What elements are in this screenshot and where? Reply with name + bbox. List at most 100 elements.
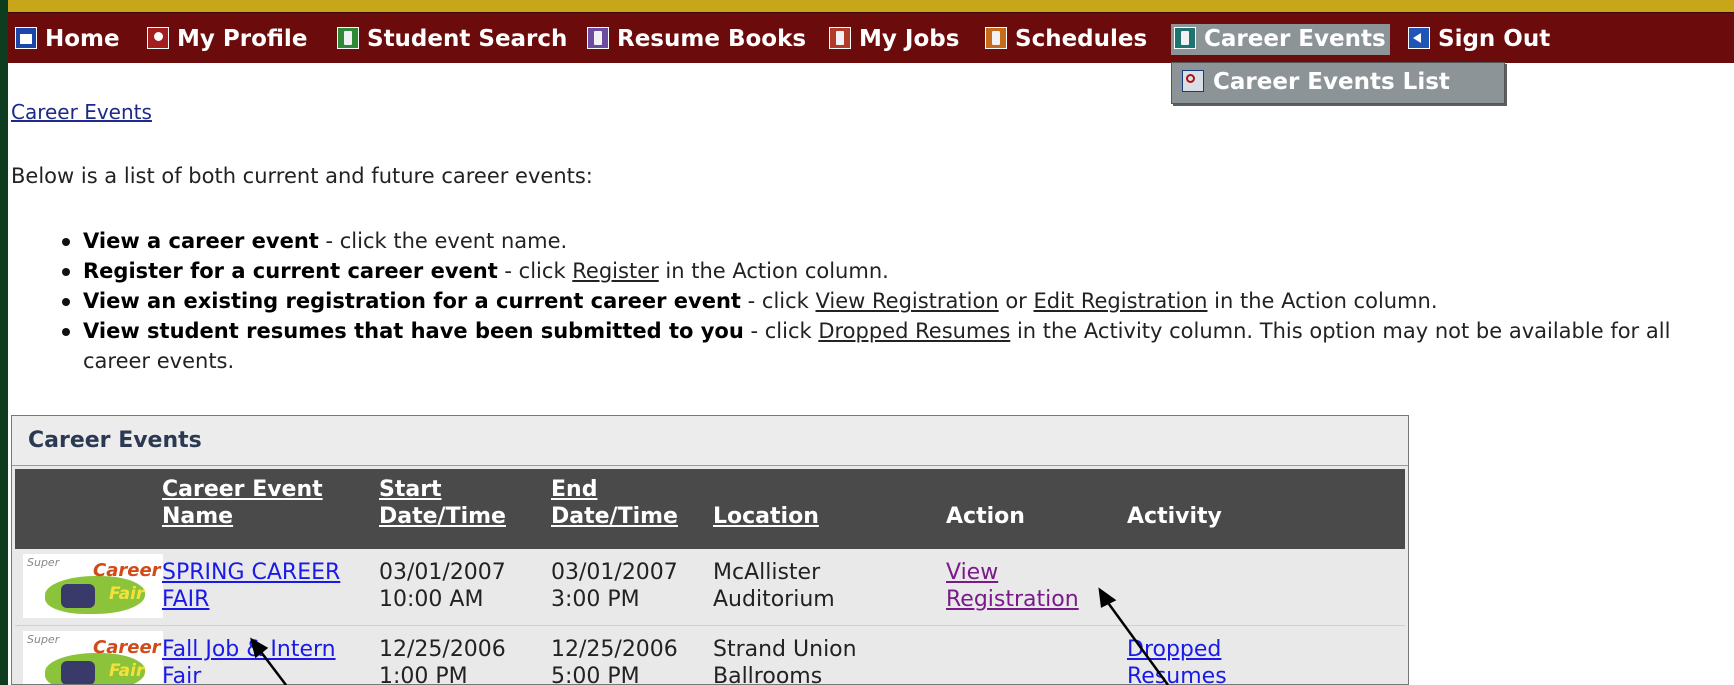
start-time: 1:00 PM bbox=[379, 664, 468, 685]
table-header: Career Event Name Start Date/Time End Da… bbox=[15, 469, 1405, 549]
start-date-cell: 12/25/2006 1:00 PM bbox=[379, 636, 506, 685]
instruction-bold: View an existing registration for a curr… bbox=[83, 289, 741, 313]
instruction-register: Register for a current career event - cl… bbox=[56, 256, 1734, 286]
instructions-list: View a career event - click the event na… bbox=[56, 226, 1734, 376]
logo-text: Fair bbox=[109, 661, 145, 681]
bullet bbox=[62, 328, 70, 336]
nav-student-search[interactable]: Student Search bbox=[334, 25, 571, 53]
nav-my-jobs[interactable]: My Jobs bbox=[826, 25, 963, 53]
instruction-bold: View student resumes that have been subm… bbox=[83, 319, 744, 343]
location-cell: Strand Union Ballrooms bbox=[713, 636, 857, 685]
student-search-icon bbox=[337, 27, 359, 49]
instruction-bold: Register for a current career event bbox=[83, 259, 498, 283]
main-nav-bar: Home My Profile Student Search Resume Bo… bbox=[8, 12, 1734, 63]
column-header-end[interactable]: End Date/Time bbox=[551, 469, 711, 549]
nav-career-events-label: Career Events bbox=[1204, 26, 1386, 52]
profile-icon bbox=[147, 27, 169, 49]
logo-text: Career bbox=[93, 560, 161, 581]
column-header-action: Action bbox=[946, 469, 1126, 549]
column-header-activity: Activity bbox=[1127, 469, 1327, 549]
career-events-dropdown: Career Events List bbox=[1171, 62, 1505, 104]
activity-line: Dropped bbox=[1127, 637, 1222, 662]
start-date-cell: 03/01/2007 10:00 AM bbox=[379, 559, 506, 613]
instruction-bold: View a career event bbox=[83, 229, 319, 253]
breadcrumb-career-events[interactable]: Career Events bbox=[11, 100, 152, 124]
career-fair-logo: Super Career Fair bbox=[23, 631, 163, 684]
nav-resume-books[interactable]: Resume Books bbox=[584, 25, 810, 53]
logo-text: Career bbox=[93, 637, 161, 658]
schedules-icon bbox=[985, 27, 1007, 49]
end-date-cell: 03/01/2007 3:00 PM bbox=[551, 559, 678, 613]
end-date: 12/25/2006 bbox=[551, 637, 678, 662]
bullet bbox=[62, 238, 70, 246]
phone-icon bbox=[61, 584, 95, 608]
nav-my-profile[interactable]: My Profile bbox=[144, 25, 311, 53]
instruction-view-registration: View an existing registration for a curr… bbox=[56, 286, 1734, 316]
panel-title: Career Events bbox=[12, 416, 1408, 466]
nav-sign-out[interactable]: Sign Out bbox=[1405, 25, 1554, 53]
table-row: Super Career Fair SPRING CAREER FAIR 03/… bbox=[15, 549, 1405, 625]
event-name-link[interactable]: Fall Job & Intern Fair bbox=[162, 636, 336, 685]
resume-books-icon bbox=[587, 27, 609, 49]
location-line: McAllister bbox=[713, 560, 821, 585]
nav-schedules[interactable]: Schedules bbox=[982, 25, 1151, 53]
column-header-name[interactable]: Career Event Name bbox=[162, 469, 377, 549]
table-row: Super Career Fair Fall Job & Intern Fair… bbox=[15, 625, 1405, 685]
action-line: View bbox=[946, 560, 999, 585]
dropped-resumes-link[interactable]: Dropped Resumes bbox=[1127, 636, 1227, 685]
nav-home-label: Home bbox=[45, 26, 120, 52]
sign-out-arrow-icon bbox=[1408, 27, 1430, 49]
bullet bbox=[62, 268, 70, 276]
dropped-resumes-inline-link: Dropped Resumes bbox=[818, 319, 1011, 343]
start-time: 10:00 AM bbox=[379, 587, 484, 612]
instruction-text: or bbox=[998, 289, 1034, 313]
logo-text: Fair bbox=[109, 584, 145, 604]
instruction-view-event: View a career event - click the event na… bbox=[56, 226, 1734, 256]
header-text: Activity bbox=[1127, 504, 1222, 529]
career-events-panel: Career Events Career Event Name Start Da… bbox=[11, 415, 1409, 685]
header-text: Career Event bbox=[162, 477, 323, 502]
instruction-view-resumes: View student resumes that have been subm… bbox=[56, 316, 1734, 376]
bullet bbox=[62, 298, 70, 306]
instruction-text: - click bbox=[497, 259, 573, 283]
register-inline-link: Register bbox=[572, 259, 659, 283]
instruction-text: - click the event name. bbox=[318, 229, 568, 253]
event-name-link[interactable]: SPRING CAREER FAIR bbox=[162, 559, 340, 613]
nav-sign-out-label: Sign Out bbox=[1438, 26, 1551, 52]
dropdown-item-label: Career Events List bbox=[1213, 69, 1450, 95]
event-name-line: FAIR bbox=[162, 587, 210, 612]
location-line: Ballrooms bbox=[713, 664, 823, 685]
nav-my-profile-label: My Profile bbox=[177, 26, 308, 52]
nav-schedules-label: Schedules bbox=[1015, 26, 1148, 52]
event-name-line: Fair bbox=[162, 664, 202, 685]
header-text: Date/Time bbox=[379, 504, 506, 529]
top-accent-strip bbox=[8, 0, 1734, 12]
logo-text: Super bbox=[27, 556, 60, 569]
nav-my-jobs-label: My Jobs bbox=[859, 26, 960, 52]
column-header-start[interactable]: Start Date/Time bbox=[379, 469, 549, 549]
start-date: 03/01/2007 bbox=[379, 560, 506, 585]
end-time: 5:00 PM bbox=[551, 664, 640, 685]
header-text: Location bbox=[713, 504, 819, 529]
nav-career-events[interactable]: Career Events bbox=[1171, 24, 1390, 55]
dropdown-item-career-events-list[interactable]: Career Events List bbox=[1182, 69, 1450, 95]
my-jobs-icon bbox=[829, 27, 851, 49]
view-registration-inline-link: View Registration bbox=[815, 289, 999, 313]
event-name-line: Fall Job & Intern bbox=[162, 637, 336, 662]
location-cell: McAllister Auditorium bbox=[713, 559, 835, 613]
end-date: 03/01/2007 bbox=[551, 560, 678, 585]
activity-line: Resumes bbox=[1127, 664, 1227, 685]
instruction-text: in the Action column. bbox=[1207, 289, 1438, 313]
column-header-location[interactable]: Location bbox=[713, 469, 943, 549]
location-line: Strand Union bbox=[713, 637, 857, 662]
event-name-line: SPRING CAREER bbox=[162, 560, 341, 585]
page-frame: Home My Profile Student Search Resume Bo… bbox=[8, 0, 1734, 685]
header-text: Name bbox=[162, 504, 234, 529]
nav-home[interactable]: Home bbox=[12, 25, 124, 53]
view-registration-link[interactable]: View Registration bbox=[946, 559, 1079, 613]
action-line: Registration bbox=[946, 587, 1079, 612]
instruction-text: - click bbox=[740, 289, 816, 313]
nav-student-search-label: Student Search bbox=[367, 26, 568, 52]
career-fair-logo: Super Career Fair bbox=[23, 554, 163, 618]
career-events-icon bbox=[1174, 27, 1196, 49]
